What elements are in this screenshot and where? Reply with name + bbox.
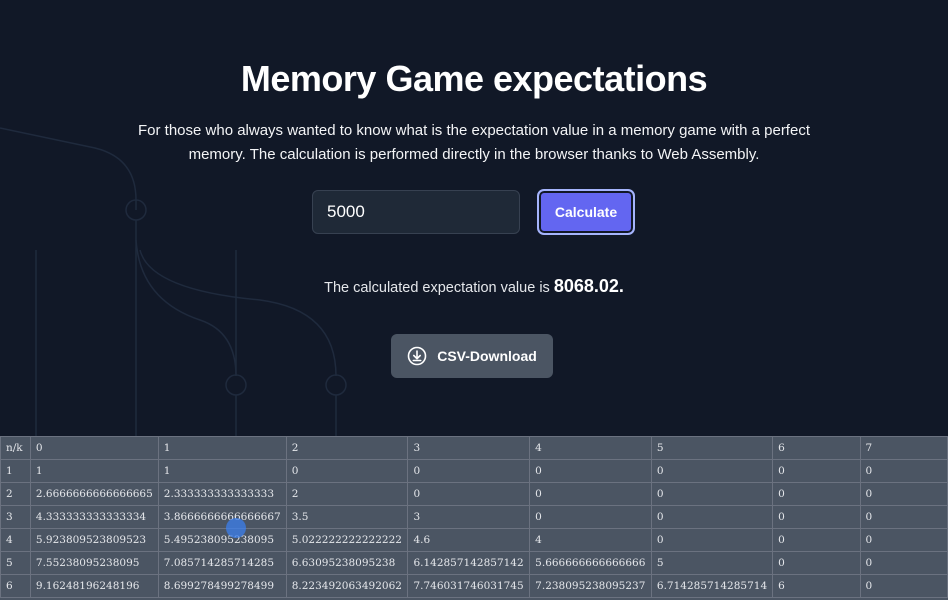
table-cell: 6 [772,574,861,598]
table-cell: 4.6 [407,528,531,552]
table-header-cell: 3 [407,436,531,460]
table-row: 2 2.6666666666666665 2.333333333333333 2 0 0 0… [0,482,948,506]
table-cell: 2.6666666666666665 [29,482,159,506]
table-cell: 0 [772,459,861,483]
table-cell: 0 [859,482,948,506]
table-cell: 0 [650,528,774,552]
table-cell: 0 [859,459,948,483]
table-cell: 3.8666666666666667 [157,505,287,529]
table-cell: 1 [157,459,287,483]
table-cell: 6.714285714285714 [650,574,774,598]
table-cell: 1 [0,459,31,483]
table-cell: 0 [407,459,531,483]
page-title: Memory Game expectations [240,58,708,99]
table-row: 6 9.16248196248196 8.699278499278499 8.2234… [0,574,948,598]
table-cell: 6.63095238095238 [285,551,409,575]
table-cell: 3.5 [285,505,409,529]
table-cell: 5 [0,551,31,575]
csv-download-label: CSV-Download [437,348,537,364]
table-header-row: n/k 0 1 2 3 4 5 6 7 [0,436,948,460]
table-cell: 8.699278499278499 [157,574,287,598]
result-value: 8068.02. [553,276,624,296]
table-header-cell: 1 [157,436,287,460]
table-cell: 6.142857142857142 [407,551,531,575]
download-circle-icon [407,346,427,366]
table-cell: 0 [650,505,774,529]
table-cell: 0 [859,574,948,598]
table-row: 3 4.333333333333334 3.8666666666666667 3.5 3… [0,505,948,529]
table-cell: 0 [859,528,948,552]
table-header-cell: n/k [0,436,31,460]
table-cell: 5.495238095238095 [157,528,287,552]
csv-download-button[interactable]: CSV-Download [391,334,553,378]
table-cell: 0 [529,482,652,506]
table-cell: 2 [285,482,409,506]
table-cell: 7.55238095238095 [29,551,159,575]
table-cell: 4.333333333333334 [29,505,159,529]
table-cell: 0 [650,482,774,506]
table-cell: 7.746031746031745 [407,574,531,598]
table-cell: 0 [772,505,861,529]
table-cell: 5 [650,551,774,575]
table-cell: 0 [772,528,861,552]
table-cell: 5.923809523809523 [29,528,159,552]
table-cell: 5.022222222222222 [285,528,409,552]
table-cell: 1 [29,459,159,483]
table-header-cell: 5 [650,436,774,460]
table-cell: 7.085714285714285 [157,551,287,575]
table-cell: 2 [0,482,31,506]
table-cell: 3 [407,505,531,529]
table-cell: 0 [859,551,948,575]
expectation-table-container[interactable]: n/k 0 1 2 3 4 5 6 7 1 1 1 0 0 0 0 0 0 2 2.6666666666666665 2… [0,436,948,600]
table-row: 4 5.923809523809523 5.495238095238095 5.022… [0,528,948,552]
table-header-cell: 2 [285,436,409,460]
table-header-cell: 7 [859,436,948,460]
table-cell: 5.666666666666666 [529,551,652,575]
table-cell: 0 [285,459,409,483]
table-cell: 0 [650,459,774,483]
table-cell: 7.238095238095237 [529,574,652,598]
table-header-cell: 4 [529,436,652,460]
table-cell: 0 [529,459,652,483]
table-cell: 2.333333333333333 [157,482,287,506]
table-cell: 3 [0,505,31,529]
table-cell: 0 [529,505,652,529]
table-cell: 4 [0,528,31,552]
table-cell: 0 [859,505,948,529]
calculate-button[interactable]: Calculate [537,189,635,235]
table-cell: 8.223492063492062 [285,574,409,598]
table-row: 5 7.55238095238095 7.085714285714285 6.6309… [0,551,948,575]
calculation-form: Calculate [0,189,948,235]
cursor-indicator [226,518,246,538]
table-cell: 0 [772,482,861,506]
result-text: The calculated expectation value is 8068… [0,276,948,297]
table-cell: 4 [529,528,652,552]
expectation-table: n/k 0 1 2 3 4 5 6 7 1 1 1 0 0 0 0 0 0 2 2.6666666666666665 2… [0,436,948,598]
number-input[interactable] [312,190,520,234]
result-prefix: The calculated expectation value is [324,280,550,296]
intro-text: For those who always wanted to know what… [137,122,810,163]
table-cell: 6 [0,574,31,598]
table-cell: 0 [407,482,531,506]
table-row: 111000000 [0,459,948,483]
table-cell: 0 [772,551,861,575]
table-header-cell: 0 [29,436,159,460]
table-header-cell: 6 [772,436,861,460]
table-cell: 9.16248196248196 [29,574,159,598]
